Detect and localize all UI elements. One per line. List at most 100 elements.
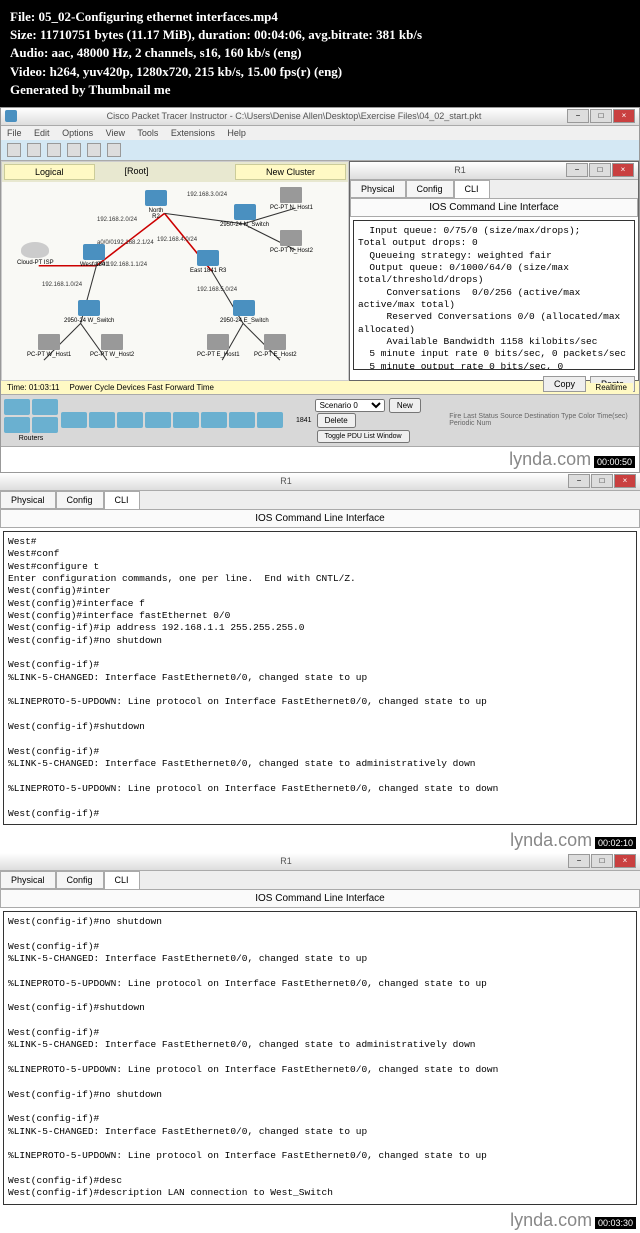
menu-view[interactable]: View [106,128,125,138]
toolbar-icon[interactable] [107,143,121,157]
node-e-host2[interactable]: PC-PT E_Host2 [254,334,297,358]
file-audio: Audio: aac, 48000 Hz, 2 channels, s16, 1… [10,44,630,62]
realtime-tab[interactable]: Realtime [589,383,633,392]
ip-label: 192.168.4.0/24 [157,237,197,243]
r1-minimize[interactable]: − [566,163,588,177]
tab-physical[interactable]: Physical [0,491,56,509]
main-toolbar [1,140,639,161]
topology-canvas[interactable]: Logical [Root] New Cluster Cloud-PT ISP … [1,161,349,381]
node-e-host1[interactable]: PC-PT E_Host1 [197,334,240,358]
tab-config[interactable]: Config [56,871,104,889]
menu-extensions[interactable]: Extensions [171,128,215,138]
device-model-icon[interactable] [61,412,87,428]
node-n-host1[interactable]: PC-PT N_Host1 [270,187,313,211]
r1-cli-window: R1 − □ × Physical Config CLI IOS Command… [349,161,639,381]
lynda-com: .com [553,1210,592,1230]
device-model-icon[interactable] [257,412,283,428]
device-model-icon[interactable] [117,412,143,428]
timestamp-3: 00:03:30 [595,1217,636,1229]
pdu-columns: Fire Last Status Source Destination Type… [449,413,636,427]
tab-cli[interactable]: CLI [104,871,140,889]
device-category-icon[interactable] [32,399,58,415]
file-gen: Generated by Thumbnail me [10,81,630,99]
tab-cli[interactable]: CLI [454,180,490,198]
file-size: Size: 11710751 bytes (11.17 MiB), durati… [10,26,630,44]
node-north-router[interactable]: NorthR2 [145,190,167,220]
toolbar-icon[interactable] [87,143,101,157]
r1-maximize[interactable]: □ [589,163,611,177]
new-scenario-button[interactable]: New [389,398,421,413]
file-video: Video: h264, yuv420p, 1280x720, 215 kb/s… [10,63,630,81]
menu-file[interactable]: File [7,128,22,138]
toolbar-icon[interactable] [47,143,61,157]
r1-title-3: R1 [4,856,568,866]
cli-output-2[interactable]: West# West#conf West#configure t Enter c… [3,531,637,825]
maximize-button[interactable]: □ [591,474,613,488]
power-cycle-button[interactable]: Power Cycle Devices Fast Forward Time [69,383,213,392]
file-name: File: 05_02-Configuring ethernet interfa… [10,8,630,26]
node-w-host1[interactable]: PC-PT W_Host1 [27,334,71,358]
tab-physical[interactable]: Physical [0,871,56,889]
menu-help[interactable]: Help [227,128,246,138]
cli-output-3[interactable]: West(config-if)#no shutdown West(config-… [3,911,637,1205]
tab-cli[interactable]: CLI [104,491,140,509]
node-cloud-isp[interactable]: Cloud-PT ISP [17,242,54,266]
window-title: Cisco Packet Tracer Instructor - C:\User… [21,111,567,121]
node-e-switch[interactable]: 2950-24 E_Switch [220,300,269,324]
cli-output[interactable]: Input queue: 0/75/0 (size/max/drops); To… [353,220,635,370]
root-breadcrumb[interactable]: [Root] [95,164,179,180]
topology-header: Logical [Root] New Cluster [2,162,348,182]
device-category-icon[interactable] [4,399,30,415]
device-model-icon[interactable] [89,412,115,428]
copy-button[interactable]: Copy [543,376,586,392]
device-bar: Routers 1841 Scenario 0 New Delete Toggl… [1,394,639,447]
r1-title-bar: R1 − □ × [350,162,638,180]
minimize-button[interactable]: − [568,474,590,488]
lynda-com: .com [553,830,592,850]
new-cluster-button[interactable]: New Cluster [235,164,346,180]
device-model-icon[interactable] [173,412,199,428]
device-category-icon[interactable] [32,417,58,433]
close-button[interactable]: × [613,109,635,123]
app-icon-pt [5,110,17,122]
ip-label: 192.168.1.0/24 [42,282,82,288]
toggle-pdu-button[interactable]: Toggle PDU List Window [317,430,410,443]
device-model-icon[interactable] [145,412,171,428]
menu-edit[interactable]: Edit [34,128,50,138]
toolbar-icon[interactable] [67,143,81,157]
menu-options[interactable]: Options [62,128,93,138]
device-category-icon[interactable] [4,417,30,433]
maximize-button[interactable]: □ [590,109,612,123]
r1-tabs: Physical Config CLI [350,180,638,198]
cli-window-3: R1 − □ × Physical Config CLI IOS Command… [0,853,640,1233]
ip-label: 192.168.5.0/24 [197,287,237,293]
tab-config[interactable]: Config [56,491,104,509]
maximize-button[interactable]: □ [591,854,613,868]
toolbar-icon[interactable] [7,143,21,157]
cli-heading: IOS Command Line Interface [0,509,640,528]
close-button[interactable]: × [614,474,636,488]
node-w-host2[interactable]: PC-PT W_Host2 [90,334,134,358]
delete-scenario-button[interactable]: Delete [317,413,356,428]
tab-physical[interactable]: Physical [350,180,406,198]
cli-heading: IOS Command Line Interface [350,198,638,217]
lynda-logo: lynda [509,449,552,469]
lynda-logo: lynda [510,830,553,850]
node-w-switch[interactable]: 2950-24 W_Switch [64,300,114,324]
lynda-logo: lynda [510,1210,553,1230]
node-n-host2[interactable]: PC-PT N_Host2 [270,230,313,254]
r1-close[interactable]: × [612,163,634,177]
timestamp-2: 00:02:10 [595,837,636,849]
minimize-button[interactable]: − [567,109,589,123]
logical-tab[interactable]: Logical [4,164,95,180]
menu-tools[interactable]: Tools [137,128,158,138]
tab-config[interactable]: Config [406,180,454,198]
node-n-switch[interactable]: 2950-24 N_Switch [220,204,269,228]
minimize-button[interactable]: − [568,854,590,868]
device-model-icon[interactable] [229,412,255,428]
toolbar-icon[interactable] [27,143,41,157]
close-button[interactable]: × [614,854,636,868]
device-model-icon[interactable] [201,412,227,428]
node-east-router[interactable]: East 1841 R3 [190,250,226,274]
scenario-select[interactable]: Scenario 0 [315,399,385,412]
